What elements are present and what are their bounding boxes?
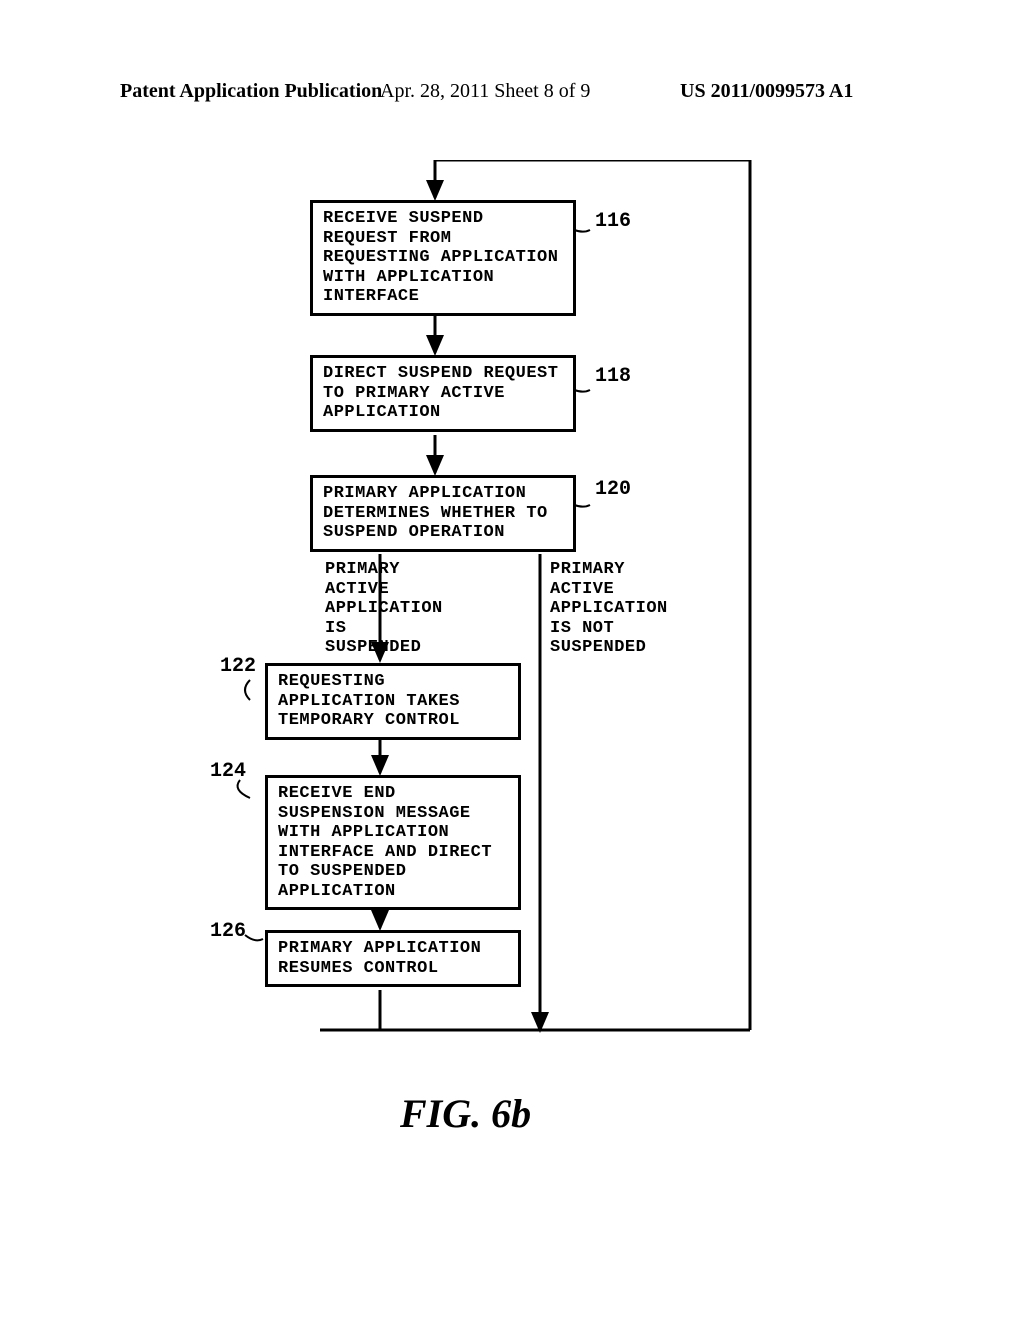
box-122: REQUESTING APPLICATION TAKES TEMPORARY C… xyxy=(265,663,521,740)
box-116: RECEIVE SUSPEND REQUEST FROM REQUESTING … xyxy=(310,200,576,316)
header-left: Patent Application Publication xyxy=(120,80,382,103)
box-120: PRIMARY APPLICATION DETERMINES WHETHER T… xyxy=(310,475,576,552)
box-124: RECEIVE END SUSPENSION MESSAGE WITH APPL… xyxy=(265,775,521,910)
ref-124: 124 xyxy=(210,760,246,783)
ref-122: 122 xyxy=(220,655,256,678)
box-122-text: REQUESTING APPLICATION TAKES TEMPORARY C… xyxy=(278,672,460,730)
branch-left-label: PRIMARY ACTIVE APPLICATION IS SUSPENDED xyxy=(325,560,445,658)
ref-126: 126 xyxy=(210,920,246,943)
header-right: US 2011/0099573 A1 xyxy=(680,80,853,103)
box-116-text: RECEIVE SUSPEND REQUEST FROM REQUESTING … xyxy=(323,209,558,306)
box-124-text: RECEIVE END SUSPENSION MESSAGE WITH APPL… xyxy=(278,784,492,901)
flowchart-diagram: RECEIVE SUSPEND REQUEST FROM REQUESTING … xyxy=(220,160,780,1060)
branch-right-label: PRIMARY ACTIVE APPLICATION IS NOT SUSPEN… xyxy=(550,560,670,658)
ref-118: 118 xyxy=(595,365,631,388)
box-118: DIRECT SUSPEND REQUEST TO PRIMARY ACTIVE… xyxy=(310,355,576,432)
box-126: PRIMARY APPLICATION RESUMES CONTROL xyxy=(265,930,521,987)
figure-caption: FIG. 6b xyxy=(400,1090,531,1137)
header-center: Apr. 28, 2011 Sheet 8 of 9 xyxy=(380,80,590,103)
box-126-text: PRIMARY APPLICATION RESUMES CONTROL xyxy=(278,939,481,978)
ref-116: 116 xyxy=(595,210,631,233)
ref-120: 120 xyxy=(595,478,631,501)
box-118-text: DIRECT SUSPEND REQUEST TO PRIMARY ACTIVE… xyxy=(323,364,558,422)
box-120-text: PRIMARY APPLICATION DETERMINES WHETHER T… xyxy=(323,484,548,542)
